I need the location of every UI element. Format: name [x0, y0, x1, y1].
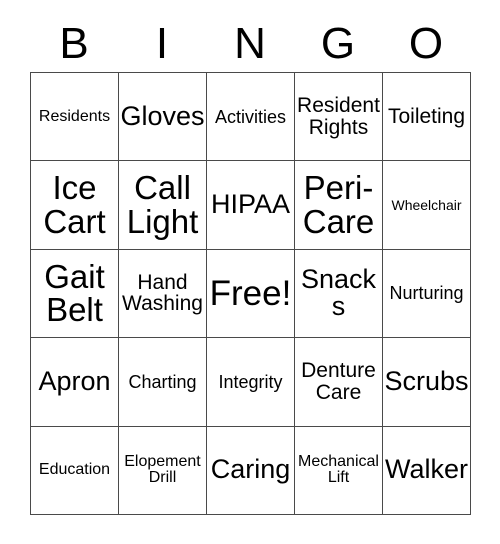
bingo-cell-o4[interactable]: Scrubs	[383, 338, 471, 427]
bingo-cell-b2[interactable]: Ice Cart	[31, 161, 119, 250]
bingo-cell-label: Hand Washing	[122, 271, 203, 316]
bingo-cell-label: Peri-Care	[302, 169, 375, 241]
bingo-cell-label: Wheelchair	[391, 196, 462, 213]
bingo-cell-label: Gait Belt	[44, 257, 105, 329]
bingo-cell-label: Snacks	[300, 263, 377, 322]
bingo-cell-n1[interactable]: Activities	[207, 73, 295, 162]
bingo-cell-label: Nurturing	[389, 283, 464, 304]
bingo-cell-o2[interactable]: Wheelchair	[383, 161, 471, 250]
bingo-cell-n2[interactable]: HIPAA	[207, 161, 295, 250]
bingo-header: B I N G O	[30, 16, 470, 72]
bingo-cell-g2[interactable]: Peri-Care	[295, 161, 383, 250]
bingo-cell-label: Walker	[384, 454, 468, 485]
bingo-cell-o3[interactable]: Nurturing	[383, 249, 471, 339]
bingo-row: Ice Cart Call Light HIPAA Peri-Care Whee…	[31, 161, 471, 250]
bingo-cell-b4[interactable]: Apron	[31, 338, 119, 427]
bingo-grid: Residents Gloves Activities Resident Rig…	[30, 72, 471, 515]
bingo-cell-b3[interactable]: Gait Belt	[31, 249, 119, 339]
bingo-cell-label: Resident Rights	[297, 94, 380, 139]
header-letter-o: O	[408, 19, 444, 68]
bingo-cell-label: Charting	[128, 371, 197, 392]
bingo-cell-g1[interactable]: Resident Rights	[295, 73, 383, 162]
header-letter-g: G	[320, 19, 356, 68]
bingo-row: Gait Belt Hand Washing Free! Snacks Nurt…	[31, 249, 471, 339]
bingo-cell-label: Apron	[38, 366, 111, 397]
bingo-cell-g3[interactable]: Snacks	[295, 249, 383, 339]
bingo-cell-n5[interactable]: Caring	[207, 426, 295, 515]
bingo-cell-i2[interactable]: Call Light	[119, 161, 207, 250]
bingo-cell-label: Integrity	[218, 371, 283, 392]
header-letter-n: N	[234, 19, 266, 68]
bingo-cell-i1[interactable]: Gloves	[119, 73, 207, 162]
bingo-cell-g4[interactable]: Denture Care	[295, 338, 383, 427]
bingo-cell-label: Gloves	[120, 100, 205, 131]
bingo-cell-label: Toileting	[387, 104, 466, 128]
header-letter-i: I	[155, 19, 169, 68]
bingo-cell-n4[interactable]: Integrity	[207, 338, 295, 427]
bingo-cell-i4[interactable]: Charting	[119, 338, 207, 427]
bingo-cell-label: Denture Care	[301, 359, 376, 404]
bingo-cell-o1[interactable]: Toileting	[383, 73, 471, 162]
bingo-cell-i3[interactable]: Hand Washing	[119, 249, 207, 339]
bingo-cell-i5[interactable]: Elopement Drill	[119, 426, 207, 515]
bingo-cell-b5[interactable]: Education	[31, 426, 119, 515]
bingo-row: Apron Charting Integrity Denture Care Sc…	[31, 338, 471, 427]
bingo-row: Education Elopement Drill Caring Mechani…	[31, 426, 471, 515]
bingo-cell-g5[interactable]: Mechanical Lift	[295, 426, 383, 515]
bingo-cell-label: Call Light	[126, 169, 199, 241]
bingo-cell-label: Scrubs	[384, 366, 469, 397]
bingo-cell-label: Elopement Drill	[124, 452, 201, 487]
bingo-free-label: Free!	[209, 273, 292, 313]
bingo-cell-label: Caring	[210, 454, 291, 485]
bingo-cell-label: Activities	[214, 106, 286, 127]
bingo-cell-b1[interactable]: Residents	[31, 73, 119, 162]
bingo-row: Residents Gloves Activities Resident Rig…	[31, 73, 471, 162]
header-letter-b: B	[59, 19, 89, 68]
bingo-cell-label: Ice Cart	[43, 169, 106, 241]
bingo-cell-free-space[interactable]: Free!	[207, 249, 295, 339]
bingo-cell-o5[interactable]: Walker	[383, 426, 471, 515]
bingo-cell-label: Mechanical Lift	[298, 452, 379, 487]
bingo-cell-label: HIPAA	[210, 189, 291, 220]
bingo-cell-label: Residents	[38, 107, 111, 125]
bingo-cell-label: Education	[38, 461, 111, 479]
bingo-card: B I N G O Residents Gloves Activities Re…	[0, 0, 500, 544]
